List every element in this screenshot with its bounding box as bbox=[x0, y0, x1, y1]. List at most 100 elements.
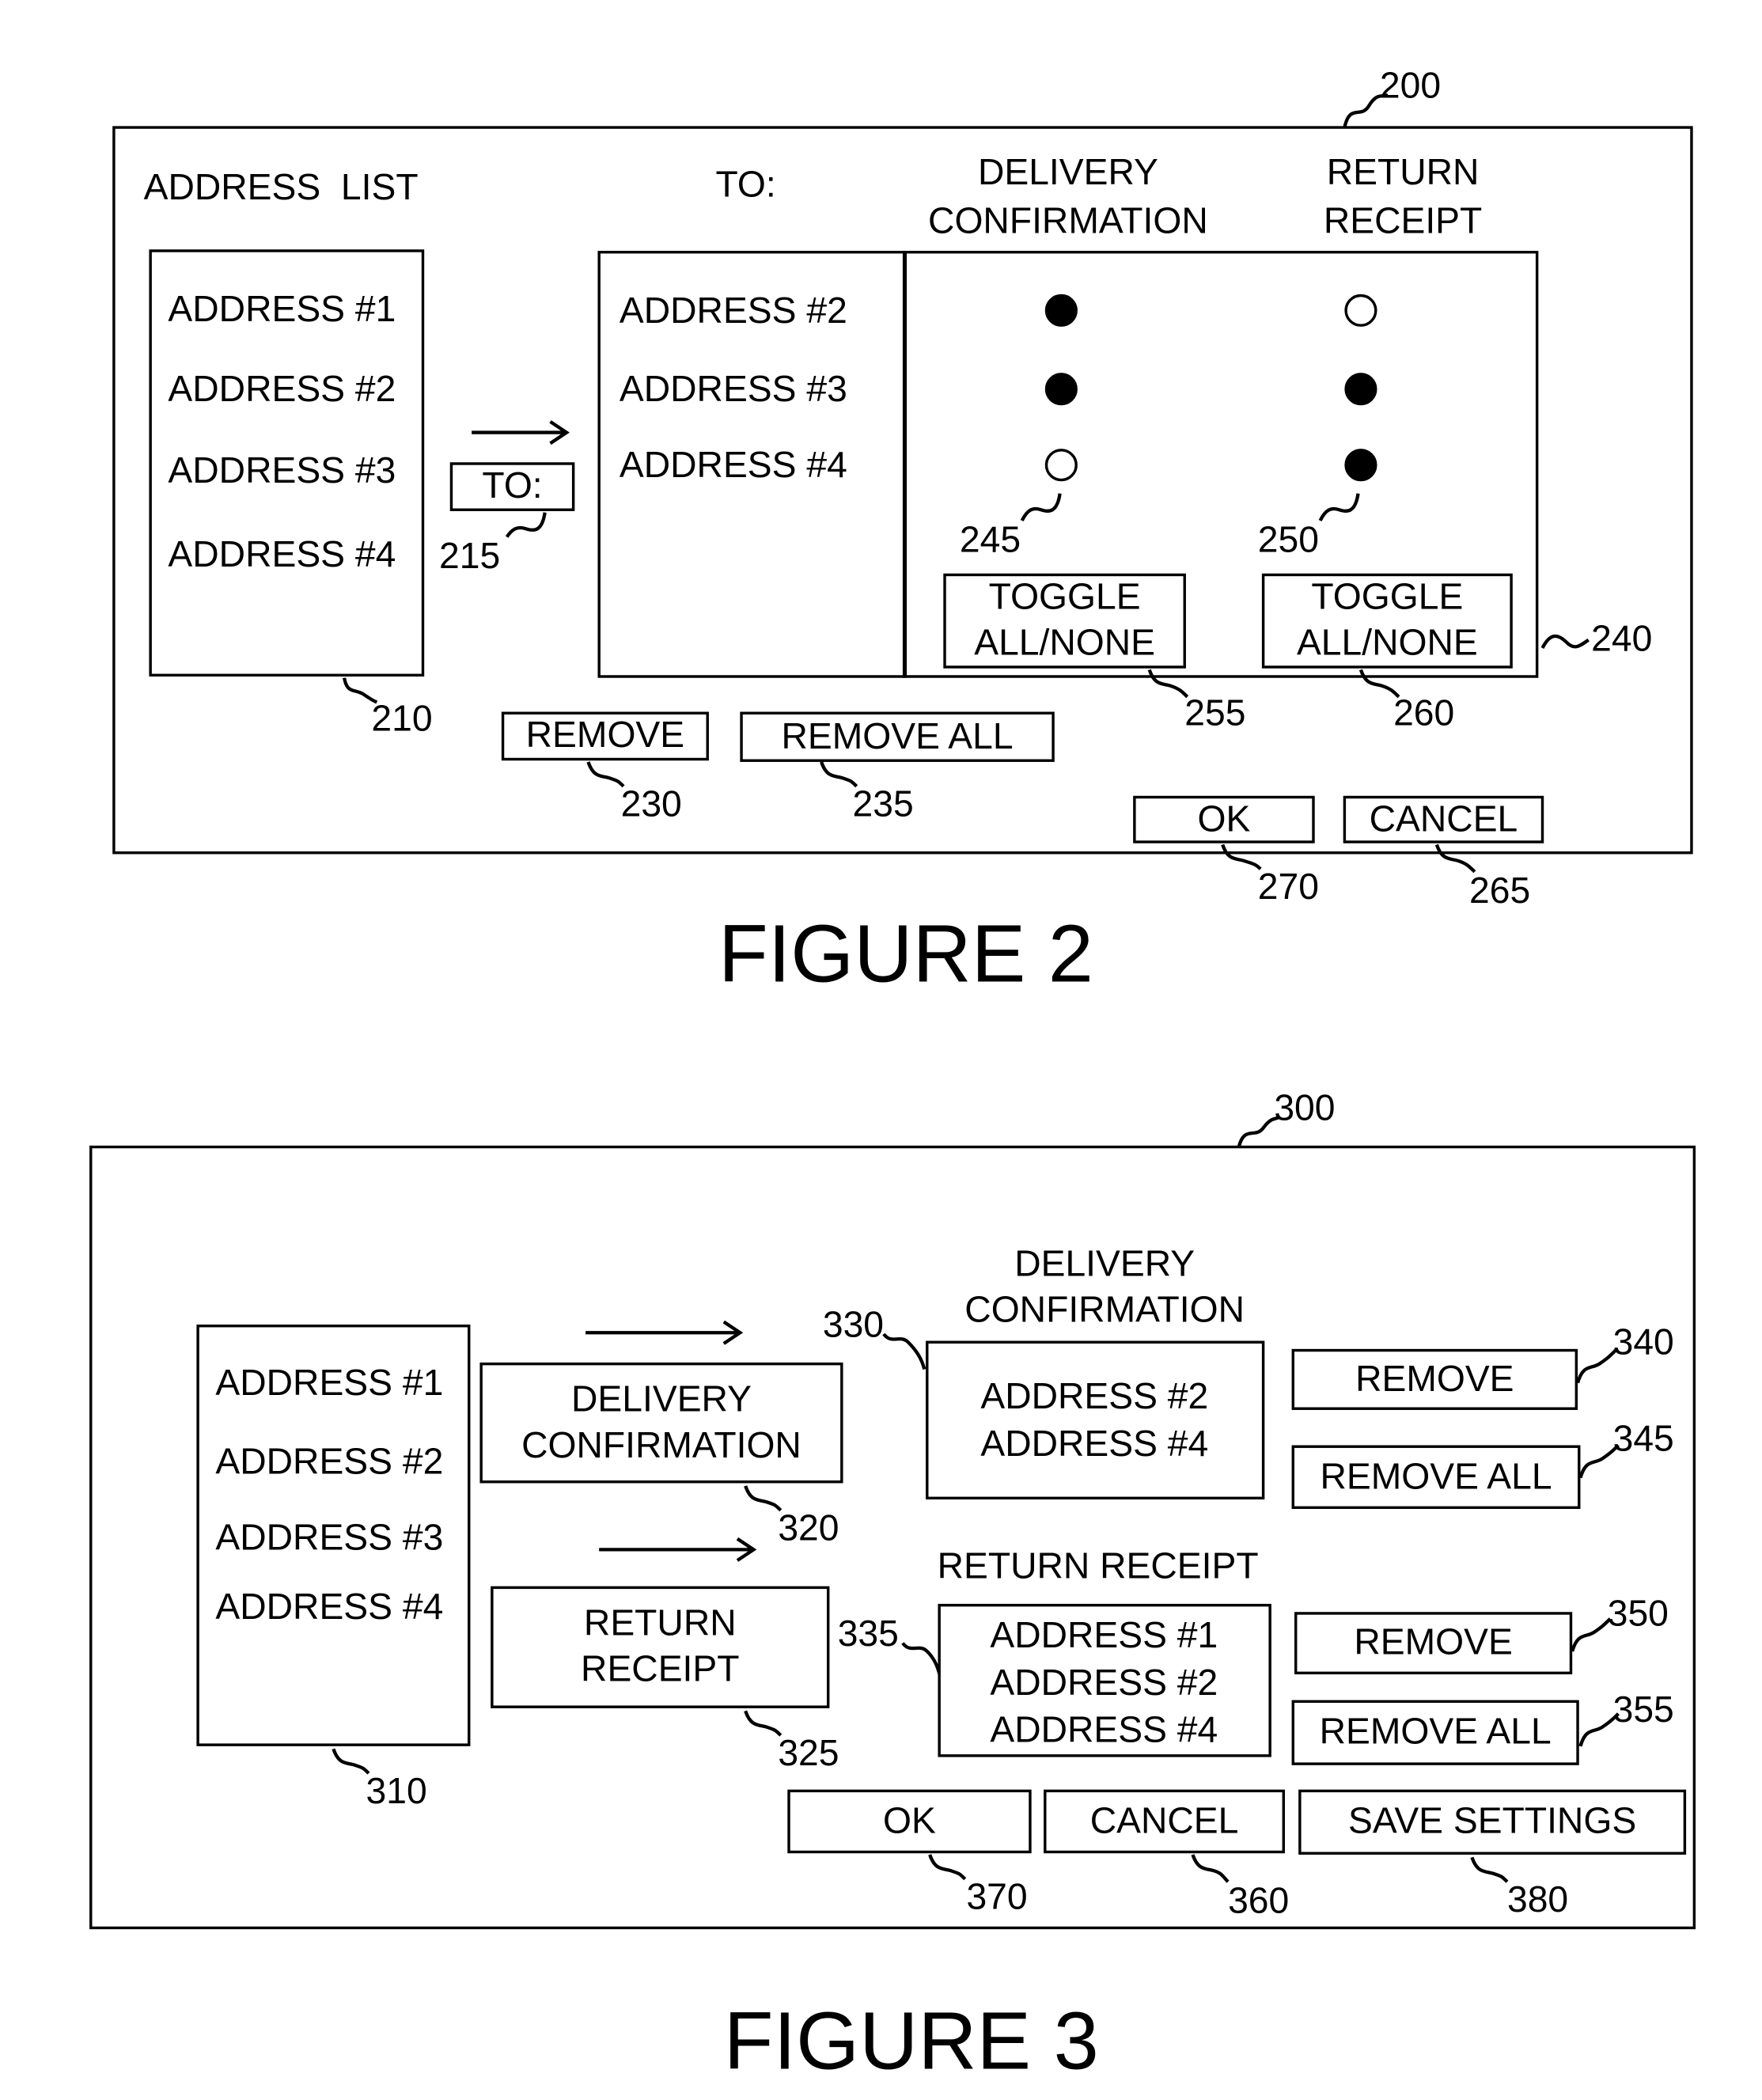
fig3-delivery-header-line2: CONFIRMATION bbox=[964, 1289, 1245, 1330]
fig2-toggle-return-line1: TOGGLE bbox=[1311, 576, 1464, 618]
arrow-right-icon bbox=[585, 1320, 744, 1345]
fig3-ok-button[interactable]: OK bbox=[787, 1789, 1032, 1854]
fig2-toggle-return-button[interactable]: TOGGLE ALL/NONE bbox=[1261, 573, 1513, 669]
fig2-leader-240 bbox=[1540, 634, 1590, 650]
arrow-right-icon bbox=[599, 1537, 757, 1562]
fig2-leader-210 bbox=[343, 677, 378, 704]
delivery-option-radio[interactable] bbox=[1044, 373, 1078, 406]
fig2-to-list-item[interactable]: ADDRESS #2 bbox=[620, 290, 847, 332]
fig3-return-recipients-list[interactable]: ADDRESS #1 ADDRESS #2 ADDRESS #4 bbox=[938, 1603, 1271, 1757]
fig3-leader-330 bbox=[882, 1332, 926, 1370]
fig3-return-receipt-button[interactable]: RETURN RECEIPT bbox=[491, 1586, 830, 1708]
fig3-delivery-list-item[interactable]: ADDRESS #2 bbox=[928, 1376, 1260, 1418]
fig3-address-list[interactable]: ADDRESS #1 ADDRESS #2 ADDRESS #3 ADDRESS… bbox=[196, 1324, 471, 1746]
fig2-ok-button[interactable]: OK bbox=[1133, 795, 1315, 843]
fig3-address-list-item[interactable]: ADDRESS #3 bbox=[215, 1517, 443, 1559]
fig2-leader-255 bbox=[1147, 669, 1189, 699]
fig3-delivery-remove-all-label: REMOVE ALL bbox=[1320, 1455, 1552, 1496]
fig2-leader-260 bbox=[1358, 669, 1400, 699]
fig3-ref-380: 380 bbox=[1506, 1878, 1569, 1920]
fig2-ref-245: 245 bbox=[959, 519, 1021, 560]
fig2-to-button-label: TO: bbox=[482, 464, 543, 506]
fig3-ref-350: 350 bbox=[1607, 1593, 1669, 1634]
fig3-address-list-item[interactable]: ADDRESS #1 bbox=[215, 1363, 443, 1404]
fig2-cancel-button[interactable]: CANCEL bbox=[1343, 795, 1544, 843]
fig3-ref-345: 345 bbox=[1612, 1418, 1674, 1459]
fig3-ref-360: 360 bbox=[1228, 1880, 1290, 1921]
fig2-toggle-delivery-line1: TOGGLE bbox=[988, 576, 1141, 618]
fig3-leader-370 bbox=[928, 1854, 967, 1881]
fig2-address-list[interactable]: ADDRESS #1 ADDRESS #2 ADDRESS #3 ADDRESS… bbox=[149, 249, 425, 677]
fig3-save-settings-button[interactable]: SAVE SETTINGS bbox=[1298, 1789, 1687, 1855]
fig2-col-header-delivery-line2: CONFIRMATION bbox=[928, 200, 1208, 241]
fig3-return-remove-button[interactable]: REMOVE bbox=[1294, 1612, 1573, 1675]
fig3-return-header: RETURN RECEIPT bbox=[937, 1545, 1259, 1586]
fig3-delivery-recipients-list[interactable]: ADDRESS #2 ADDRESS #4 bbox=[926, 1340, 1265, 1500]
fig3-delivery-remove-button[interactable]: REMOVE bbox=[1291, 1348, 1578, 1410]
fig3-leader-360 bbox=[1191, 1854, 1230, 1883]
fig2-cancel-label: CANCEL bbox=[1369, 798, 1518, 839]
fig2-leader-215 bbox=[505, 512, 547, 538]
fig2-ref-240: 240 bbox=[1591, 618, 1653, 659]
fig2-caption: FIGURE 2 bbox=[718, 908, 1093, 999]
fig3-delivery-confirmation-button[interactable]: DELIVERY CONFIRMATION bbox=[479, 1362, 843, 1484]
fig2-col-header-return-line1: RETURN bbox=[1326, 151, 1480, 193]
fig2-ref-235: 235 bbox=[852, 783, 914, 824]
fig2-ref-265: 265 bbox=[1469, 870, 1531, 912]
fig2-address-list-item[interactable]: ADDRESS #4 bbox=[168, 534, 396, 576]
fig2-to-list-item[interactable]: ADDRESS #4 bbox=[620, 445, 847, 487]
fig2-ref-270: 270 bbox=[1257, 866, 1319, 908]
fig3-delivery-remove-all-button[interactable]: REMOVE ALL bbox=[1291, 1445, 1581, 1510]
fig3-return-list-item[interactable]: ADDRESS #1 bbox=[941, 1615, 1268, 1657]
patent-drawing-sheet: 200 ADDRESS LIST ADDRESS #1 ADDRESS #2 A… bbox=[0, 0, 1762, 2100]
return-option-radio[interactable] bbox=[1344, 449, 1377, 482]
fig3-ref-340: 340 bbox=[1612, 1321, 1674, 1363]
fig3-delivery-button-line1: DELIVERY bbox=[571, 1378, 752, 1420]
fig2-ok-label: OK bbox=[1197, 798, 1251, 839]
fig2-toggle-delivery-line2: ALL/NONE bbox=[974, 622, 1156, 663]
fig2-ref-250: 250 bbox=[1257, 519, 1319, 560]
fig3-return-list-item[interactable]: ADDRESS #4 bbox=[941, 1710, 1268, 1752]
fig3-address-list-item[interactable]: ADDRESS #4 bbox=[215, 1586, 443, 1628]
fig3-cancel-label: CANCEL bbox=[1089, 1799, 1239, 1841]
fig2-col-header-return-line2: RECEIPT bbox=[1323, 200, 1483, 241]
fig2-address-list-item[interactable]: ADDRESS #3 bbox=[168, 450, 396, 492]
fig3-leader-350 bbox=[1571, 1617, 1612, 1652]
fig3-ref-325: 325 bbox=[778, 1732, 839, 1774]
fig3-ref-335: 335 bbox=[837, 1613, 899, 1655]
fig3-return-button-line2: RECEIPT bbox=[581, 1648, 740, 1689]
fig2-remove-all-label: REMOVE ALL bbox=[781, 715, 1014, 756]
fig3-return-list-item[interactable]: ADDRESS #2 bbox=[941, 1662, 1268, 1704]
fig3-address-list-item[interactable]: ADDRESS #2 bbox=[215, 1441, 443, 1483]
fig2-toggle-delivery-button[interactable]: TOGGLE ALL/NONE bbox=[943, 573, 1186, 669]
delivery-option-radio[interactable] bbox=[1044, 294, 1078, 327]
fig2-remove-all-button[interactable]: REMOVE ALL bbox=[740, 711, 1055, 762]
return-option-radio[interactable] bbox=[1344, 294, 1377, 327]
delivery-option-radio[interactable] bbox=[1044, 449, 1078, 482]
fig3-return-remove-all-button[interactable]: REMOVE ALL bbox=[1291, 1700, 1579, 1765]
fig2-address-list-item[interactable]: ADDRESS #2 bbox=[168, 369, 396, 411]
fig3-delivery-header-line1: DELIVERY bbox=[1014, 1243, 1196, 1284]
fig3-delivery-list-item[interactable]: ADDRESS #4 bbox=[928, 1423, 1260, 1465]
fig3-leader-345 bbox=[1578, 1443, 1620, 1479]
return-option-radio[interactable] bbox=[1344, 373, 1377, 406]
fig3-leader-300 bbox=[1237, 1115, 1281, 1148]
fig2-to-button[interactable]: TO: bbox=[449, 462, 575, 511]
fig2-toggle-return-line2: ALL/NONE bbox=[1296, 622, 1478, 663]
fig2-ref-255: 255 bbox=[1184, 692, 1246, 733]
fig3-cancel-button[interactable]: CANCEL bbox=[1044, 1789, 1286, 1854]
fig2-to-list-item[interactable]: ADDRESS #3 bbox=[620, 369, 847, 411]
fig2-ref-215: 215 bbox=[439, 535, 501, 577]
fig2-to-header: TO: bbox=[715, 164, 776, 205]
fig2-remove-button[interactable]: REMOVE bbox=[501, 711, 709, 761]
fig3-ref-310: 310 bbox=[366, 1770, 427, 1812]
fig3-leader-340 bbox=[1575, 1349, 1617, 1384]
fig2-address-list-title: ADDRESS LIST bbox=[143, 166, 419, 208]
fig2-remove-label: REMOVE bbox=[525, 715, 685, 756]
fig3-leader-310 bbox=[332, 1748, 370, 1775]
fig2-panel-divider bbox=[902, 250, 907, 678]
fig3-delivery-button-line2: CONFIRMATION bbox=[521, 1423, 801, 1465]
fig2-leader-230 bbox=[586, 761, 625, 788]
fig2-address-list-item[interactable]: ADDRESS #1 bbox=[168, 289, 396, 331]
fig3-ref-330: 330 bbox=[822, 1304, 885, 1345]
